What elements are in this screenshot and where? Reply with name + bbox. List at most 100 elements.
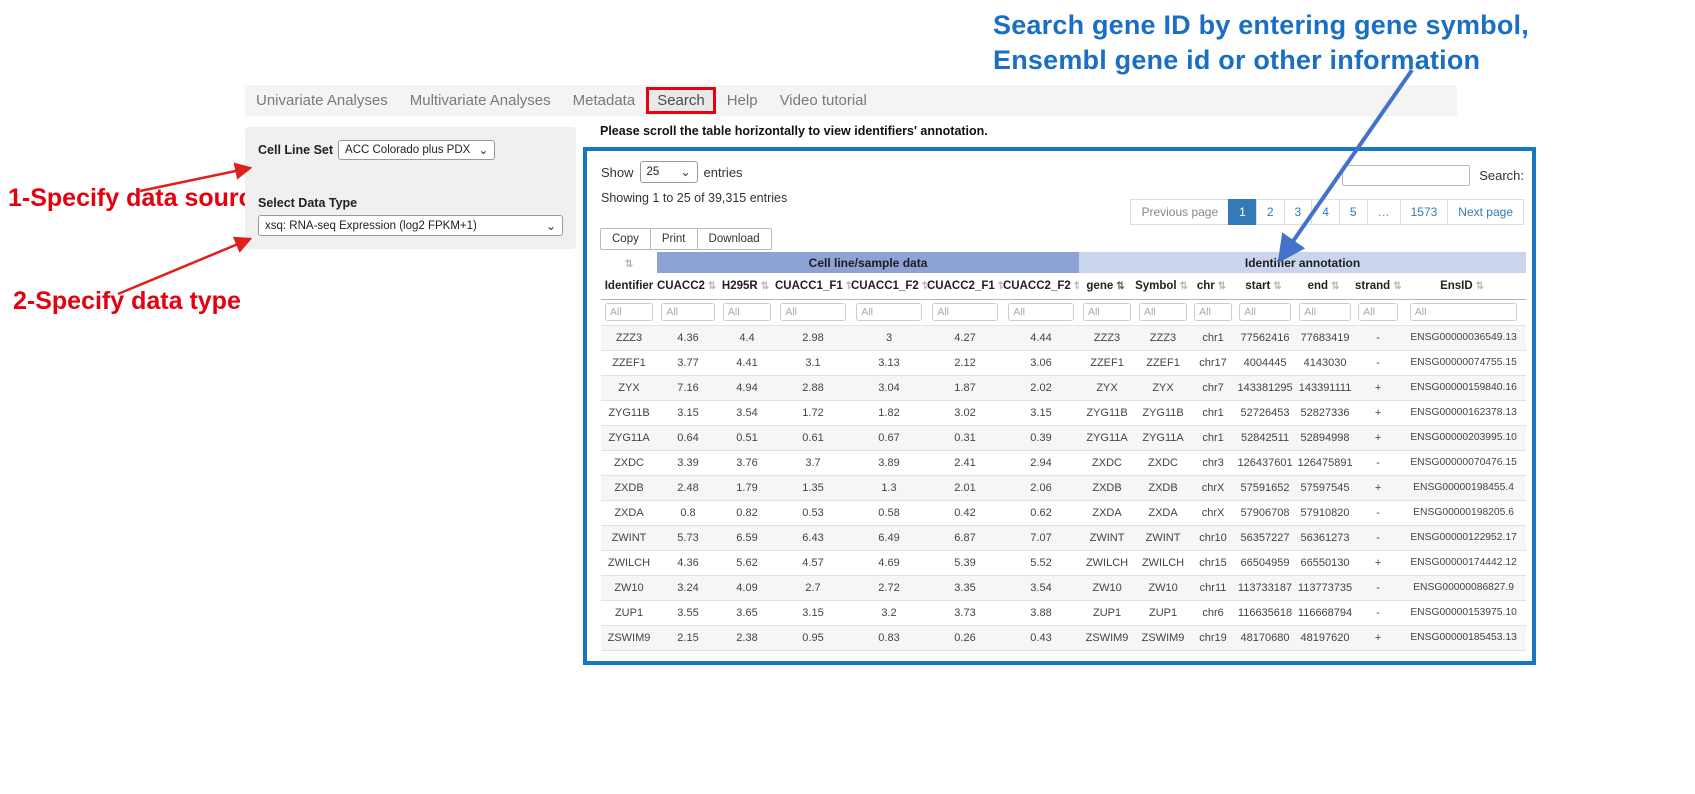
column-header-start[interactable]: start⇅ [1235, 273, 1295, 299]
table-sort-corner[interactable]: ⇅ [601, 252, 657, 273]
table-cell: + [1355, 475, 1401, 500]
table-cell: 3.15 [775, 600, 851, 625]
previous-page-button[interactable]: Previous page [1130, 199, 1229, 225]
column-filter-row [601, 299, 1526, 325]
table-row[interactable]: ZWILCH4.365.624.574.695.395.52ZWILCHZWIL… [601, 550, 1526, 575]
table-row[interactable]: ZXDB2.481.791.351.32.012.06ZXDBZXDBchrX5… [601, 475, 1526, 500]
table-row[interactable]: ZZEF13.774.413.13.132.123.06ZZEF1ZZEF1ch… [601, 350, 1526, 375]
table-cell: 1.87 [927, 375, 1003, 400]
column-header-Symbol[interactable]: Symbol⇅ [1135, 273, 1191, 299]
cell-line-set-label: Cell Line Set [258, 143, 333, 157]
table-cell: 3.54 [1003, 575, 1079, 600]
table-cell: ENSG00000159840.16 [1401, 375, 1526, 400]
table-cell: 52842511 [1235, 425, 1295, 450]
page-button-2[interactable]: 2 [1256, 199, 1285, 225]
table-cell: 57591652 [1235, 475, 1295, 500]
copy-button[interactable]: Copy [600, 228, 651, 250]
nav-help[interactable]: Help [716, 88, 769, 113]
table-cell: 2.88 [775, 375, 851, 400]
column-filter-input-EnsID[interactable] [1410, 303, 1518, 321]
table-row[interactable]: ZYG11B3.153.541.721.823.023.15ZYG11BZYG1… [601, 400, 1526, 425]
group-header-identifier-annotation: Identifier annotation [1079, 252, 1526, 273]
column-filter-input-gene[interactable] [1083, 303, 1131, 321]
table-cell: ZYG11A [1135, 425, 1191, 450]
table-cell: - [1355, 525, 1401, 550]
column-filter-input-CUACC2_F1[interactable] [932, 303, 997, 321]
page-button-4[interactable]: 4 [1311, 199, 1340, 225]
table-row[interactable]: ZYG11A0.640.510.610.670.310.39ZYG11AZYG1… [601, 425, 1526, 450]
nav-metadata[interactable]: Metadata [562, 88, 647, 113]
table-row[interactable]: ZWINT5.736.596.436.496.877.07ZWINTZWINTc… [601, 525, 1526, 550]
column-header-CUACC2[interactable]: CUACC2⇅ [657, 273, 719, 299]
table-cell: ZXDB [601, 475, 657, 500]
nav-video-tutorial[interactable]: Video tutorial [769, 88, 878, 113]
cell-line-set-select[interactable]: ACC Colorado plus PDX ⌄ [338, 140, 495, 160]
column-header-CUACC1_F1[interactable]: CUACC1_F1⇅ [775, 273, 851, 299]
table-row[interactable]: ZZZ34.364.42.9834.274.44ZZZ3ZZZ3chr17756… [601, 325, 1526, 350]
column-filter-input-strand[interactable] [1358, 303, 1398, 321]
table-cell: 48197620 [1295, 625, 1355, 650]
column-header-Identifier[interactable]: Identifier [601, 273, 657, 299]
data-type-select[interactable]: xsq: RNA-seq Expression (log2 FPKM+1) ⌄ [258, 215, 563, 236]
table-cell: ENSG00000174442.12 [1401, 550, 1526, 575]
table-cell: 56361273 [1295, 525, 1355, 550]
table-row[interactable]: ZSWIM92.152.380.950.830.260.43ZSWIM9ZSWI… [601, 625, 1526, 650]
table-cell: 7.16 [657, 375, 719, 400]
table-row[interactable]: ZYX7.164.942.883.041.872.02ZYXZYXchr7143… [601, 375, 1526, 400]
column-header-H295R[interactable]: H295R⇅ [719, 273, 775, 299]
table-cell: 4.27 [927, 325, 1003, 350]
table-cell: ZYX [601, 375, 657, 400]
column-filter-input-Identifier[interactable] [605, 303, 653, 321]
column-header-gene[interactable]: gene⇅ [1079, 273, 1135, 299]
next-page-button[interactable]: Next page [1447, 199, 1524, 225]
column-label: CUACC2 [657, 280, 705, 292]
table-row[interactable]: ZUP13.553.653.153.23.733.88ZUP1ZUP1chr61… [601, 600, 1526, 625]
nav-univariate-analyses[interactable]: Univariate Analyses [245, 88, 399, 113]
table-row[interactable]: ZXDC3.393.763.73.892.412.94ZXDCZXDCchr31… [601, 450, 1526, 475]
table-search-input[interactable] [1342, 165, 1470, 186]
table-cell: - [1355, 600, 1401, 625]
table-cell: ZW10 [1079, 575, 1135, 600]
table-cell: chr11 [1191, 575, 1235, 600]
column-filter-input-CUACC1_F1[interactable] [780, 303, 845, 321]
show-entries-control: Show 25 ⌄ entries [601, 161, 743, 183]
table-cell: ZSWIM9 [601, 625, 657, 650]
column-filter-input-start[interactable] [1239, 303, 1291, 321]
page-button-1573[interactable]: 1573 [1400, 199, 1449, 225]
table-cell: 0.82 [719, 500, 775, 525]
table-cell: 57906708 [1235, 500, 1295, 525]
column-filter-input-CUACC2[interactable] [661, 303, 714, 321]
table-cell: 48170680 [1235, 625, 1295, 650]
column-label: CUACC2_F2 [1003, 280, 1071, 292]
column-filter-input-CUACC1_F2[interactable] [856, 303, 921, 321]
column-filter-input-H295R[interactable] [723, 303, 771, 321]
page-size-select[interactable]: 25 ⌄ [640, 161, 698, 183]
column-filter-input-Symbol[interactable] [1139, 303, 1187, 321]
column-header-chr[interactable]: chr⇅ [1191, 273, 1235, 299]
nav-multivariate-analyses[interactable]: Multivariate Analyses [399, 88, 562, 113]
table-cell: 3.24 [657, 575, 719, 600]
print-button[interactable]: Print [650, 228, 698, 250]
column-header-end[interactable]: end⇅ [1295, 273, 1355, 299]
page-button-3[interactable]: 3 [1284, 199, 1313, 225]
column-filter-input-end[interactable] [1299, 303, 1351, 321]
download-button[interactable]: Download [697, 228, 772, 250]
page-button-1[interactable]: 1 [1228, 199, 1257, 225]
table-row[interactable]: ZW103.244.092.72.723.353.54ZW10ZW10chr11… [601, 575, 1526, 600]
column-filter-input-chr[interactable] [1194, 303, 1232, 321]
table-cell: - [1355, 500, 1401, 525]
table-cell: ENSG00000074755.15 [1401, 350, 1526, 375]
column-header-EnsID[interactable]: EnsID⇅ [1401, 273, 1526, 299]
table-cell: chr3 [1191, 450, 1235, 475]
table-row[interactable]: ZXDA0.80.820.530.580.420.62ZXDAZXDAchrX5… [601, 500, 1526, 525]
column-header-CUACC2_F2[interactable]: CUACC2_F2⇅ [1003, 273, 1079, 299]
page-button-5[interactable]: 5 [1339, 199, 1368, 225]
table-cell: chr15 [1191, 550, 1235, 575]
nav-search[interactable]: Search [646, 87, 716, 114]
column-header-CUACC1_F2[interactable]: CUACC1_F2⇅ [851, 273, 927, 299]
table-cell: 0.67 [851, 425, 927, 450]
sort-icon: ⇅ [1270, 281, 1284, 292]
column-header-strand[interactable]: strand⇅ [1355, 273, 1401, 299]
column-header-CUACC2_F1[interactable]: CUACC2_F1⇅ [927, 273, 1003, 299]
column-filter-input-CUACC2_F2[interactable] [1008, 303, 1073, 321]
